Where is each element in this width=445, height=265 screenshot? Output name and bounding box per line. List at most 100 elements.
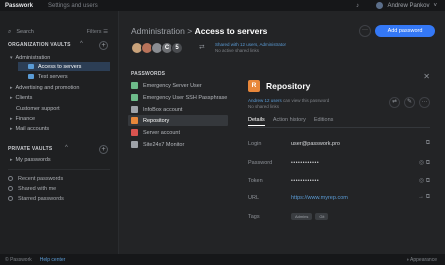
avatar: 5: [171, 42, 183, 54]
tree-item-mail-accounts[interactable]: ▸ Mail accounts: [10, 124, 49, 133]
caret-right-icon: ▸: [10, 125, 13, 132]
add-private-vault-button[interactable]: +: [99, 145, 108, 154]
tree-item-my-passwords[interactable]: ▸ My passwords: [10, 155, 51, 164]
private-vaults-heading: PRIVATE VAULTS: [8, 146, 53, 152]
add-password-button[interactable]: Add password: [375, 25, 435, 37]
starred-passwords-link[interactable]: Starred passwords: [8, 194, 64, 203]
footer: © Passwork Help center ◑ Appearance: [0, 254, 445, 265]
tree-item-label: Finance: [15, 115, 36, 122]
tree-item-finance[interactable]: ▸ Finance: [10, 114, 35, 123]
shared-with-me-link[interactable]: Shared with me: [8, 184, 56, 193]
collapse-icon[interactable]: ^: [65, 145, 68, 151]
tree-item-label: Clients: [15, 94, 33, 101]
folder-icon: [28, 74, 34, 79]
detail-actions: ⮂ ✎ ···: [389, 97, 430, 108]
password-item[interactable]: InfoBox account: [128, 104, 228, 115]
share-icon[interactable]: ⮂: [389, 97, 400, 108]
tag[interactable]: Git: [315, 213, 329, 220]
copyright: © Passwork: [5, 256, 32, 263]
help-center-link[interactable]: Help center: [40, 257, 66, 263]
sidebar: ⌕ Search Filters ☰ ORGANIZATION VAULTS ^…: [0, 11, 119, 254]
add-vault-button[interactable]: +: [99, 41, 108, 50]
tree-item-administration[interactable]: ▾ Administration: [10, 53, 110, 62]
edit-icon[interactable]: ✎: [404, 97, 415, 108]
share-icon: [8, 186, 13, 191]
tree-item-label: Advertising and promotion: [15, 84, 80, 91]
login-value[interactable]: user@passwork.pro: [291, 141, 340, 147]
breadcrumb-separator: >: [187, 26, 193, 36]
breadcrumb: Administration > Access to servers: [131, 26, 267, 36]
tree-item-test-servers[interactable]: Test servers: [28, 72, 68, 81]
settings-link[interactable]: Settings and users: [48, 3, 98, 9]
star-icon: [8, 196, 13, 201]
password-item[interactable]: Site24x7 Monitor: [128, 139, 228, 150]
password-item[interactable]: Server account: [128, 127, 228, 138]
caret-right-icon: ▸: [10, 156, 13, 163]
open-copy-icons[interactable]: → ⧉: [418, 194, 430, 201]
password-item[interactable]: Emergency Server User: [128, 80, 228, 91]
password-label: Emergency User SSH Passphrase: [143, 94, 228, 101]
user-avatar: [376, 2, 384, 9]
repository-icon: R: [248, 80, 260, 92]
tab-action-history[interactable]: Action history: [273, 117, 306, 126]
tree-item-access-to-servers[interactable]: Access to servers: [18, 62, 110, 71]
close-icon[interactable]: ✕: [423, 72, 430, 81]
folder-icon: [28, 64, 34, 69]
app-brand[interactable]: Passwork: [5, 3, 33, 9]
page-title: Access to servers: [194, 26, 268, 36]
password-icon: [131, 141, 138, 148]
more-icon[interactable]: ···: [419, 97, 430, 108]
copy-icon[interactable]: ⧉: [426, 140, 430, 147]
tree-item-customer-support[interactable]: Customer support: [16, 104, 60, 113]
password-icon: [131, 117, 138, 124]
tree-item-label: Test servers: [38, 73, 68, 80]
tree-item-label: My passwords: [15, 156, 51, 163]
detail-title: Repository: [266, 81, 311, 91]
tree-item-advertising[interactable]: ▸ Advertising and promotion: [10, 83, 79, 92]
password-value[interactable]: ••••••••••••: [291, 160, 319, 166]
appearance-toggle[interactable]: ◑ Appearance: [406, 257, 437, 263]
notification-icon[interactable]: ♪: [356, 3, 359, 9]
tab-editions[interactable]: Editions: [314, 117, 334, 126]
access-users[interactable]: Andrew 12 users: [248, 98, 282, 103]
password-item[interactable]: Emergency User SSH Passphrase: [128, 92, 228, 103]
link-label: Starred passwords: [18, 195, 64, 202]
password-icon: [131, 129, 138, 136]
token-label: Token: [248, 178, 263, 184]
password-icon: [131, 106, 138, 113]
breadcrumb-parent[interactable]: Administration: [131, 26, 185, 36]
caret-right-icon: ▸: [10, 94, 13, 101]
passwords-heading: PASSWORDS: [131, 71, 166, 77]
filters-button[interactable]: Filters ☰: [87, 29, 108, 35]
password-item-selected[interactable]: Repository: [128, 115, 228, 126]
caret-down-icon: ▾: [10, 54, 13, 61]
main-panel: Administration > Access to servers ··· A…: [119, 11, 445, 254]
collapse-icon[interactable]: ^: [80, 41, 83, 47]
member-avatars[interactable]: C 5: [131, 42, 183, 54]
link-label: Shared with me: [18, 185, 57, 192]
shared-links-status: No shared links: [248, 104, 280, 109]
tree-item-label: Access to servers: [38, 63, 82, 70]
search-placeholder: Search: [16, 29, 34, 35]
password-label: Password: [248, 160, 273, 166]
eye-copy-icons[interactable]: ◎ ⧉: [419, 177, 430, 185]
user-name: Andrew Pankov: [387, 2, 430, 9]
shared-info: Shared with 12 users, Administrator No a…: [215, 42, 286, 54]
password-icon: [131, 82, 138, 89]
user-menu[interactable]: Andrew Pankov ˅: [376, 2, 437, 9]
more-options-button[interactable]: ···: [359, 25, 371, 37]
token-value[interactable]: ••••••••••••: [291, 178, 319, 184]
tab-details[interactable]: Details: [248, 117, 265, 126]
share-icon[interactable]: ⮂: [199, 44, 208, 53]
search-input[interactable]: ⌕ Search Filters ☰: [8, 27, 108, 37]
detail-access-info: Andrew 12 users can view this password N…: [248, 98, 329, 110]
url-label: URL: [248, 195, 260, 201]
recent-passwords-link[interactable]: Recent passwords: [8, 174, 63, 183]
shared-links-status: No active shared links: [215, 48, 260, 53]
tag[interactable]: Admins: [291, 213, 313, 220]
url-value[interactable]: https://www.myrep.com: [291, 195, 348, 201]
password-label: Emergency Server User: [143, 82, 202, 89]
eye-copy-icons[interactable]: ◎ ⧉: [419, 159, 430, 167]
tree-item-clients[interactable]: ▸ Clients: [10, 93, 32, 102]
divider: [8, 169, 110, 170]
